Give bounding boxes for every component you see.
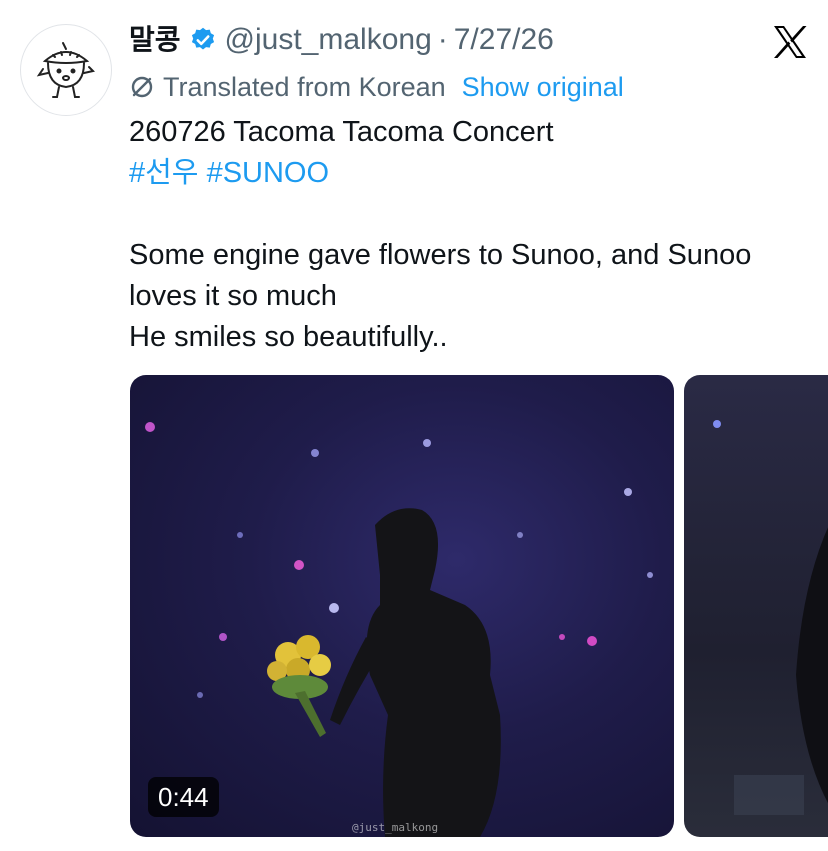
show-original-link[interactable]: Show original [462, 70, 624, 104]
hashtag-link[interactable]: #선우 [129, 157, 199, 189]
translate-icon [131, 76, 153, 98]
tweet-text: 260726 Tacoma Tacoma Concert #선우 #SUNOO … [129, 112, 819, 358]
avatar[interactable] [20, 24, 112, 116]
translated-label: Translated from Korean [163, 72, 446, 102]
hashtag-link[interactable]: #SUNOO [207, 157, 329, 189]
tweet-date[interactable]: 7/27/26 [454, 22, 554, 58]
separator-dot: · [437, 23, 448, 56]
display-name[interactable]: 말콩 [129, 22, 181, 58]
tweet-text-line: Some engine gave flowers to Sunoo, and S… [129, 239, 752, 271]
tweet-text-line: loves it so much [129, 280, 337, 312]
user-handle[interactable]: @just_malkong [225, 22, 432, 58]
concert-scene-image [713, 420, 828, 815]
hashtags-line: #선우 #SUNOO [129, 153, 819, 194]
image-thumbnail[interactable] [684, 375, 828, 837]
tweet-header: 말콩 @just_malkong · 7/27/26 [129, 22, 554, 58]
tweet-text-line: He smiles so beautifully.. [129, 321, 448, 353]
tweet-text-line: 260726 Tacoma Tacoma Concert [129, 116, 554, 148]
translation-row: Translated from Korean Show original [129, 70, 624, 104]
video-watermark: @just_malkong [352, 821, 439, 834]
acorn-character-icon [36, 42, 95, 98]
verified-badge-icon [191, 27, 214, 50]
concert-scene-image [145, 422, 653, 837]
tweet-card: 말콩 @just_malkong · 7/27/26 Translated fr… [0, 0, 828, 851]
video-duration-badge: 0:44 [148, 777, 219, 817]
x-logo-icon[interactable] [770, 22, 810, 62]
video-thumbnail[interactable]: 0:44 @just_malkong [130, 375, 674, 837]
